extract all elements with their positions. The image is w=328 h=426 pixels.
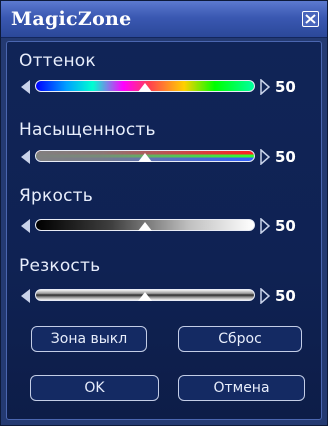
- ok-button[interactable]: OK: [30, 375, 159, 401]
- hue-label: Оттенок: [19, 51, 96, 71]
- brightness-increase-icon[interactable]: [260, 218, 270, 234]
- brightness-thumb[interactable]: [138, 222, 152, 231]
- saturation-thumb[interactable]: [138, 153, 152, 162]
- saturation-label: Насыщенность: [19, 120, 156, 140]
- saturation-slider[interactable]: 50: [21, 148, 303, 166]
- brightness-value: 50: [275, 217, 296, 235]
- saturation-decrease-icon[interactable]: [21, 150, 30, 164]
- window-title: MagicZone: [11, 8, 132, 30]
- sharpness-thumb[interactable]: [138, 292, 152, 301]
- saturation-value: 50: [275, 148, 296, 166]
- sharpness-decrease-icon[interactable]: [21, 289, 30, 303]
- sharpness-slider[interactable]: 50: [21, 287, 303, 305]
- reset-button[interactable]: Сброс: [178, 326, 302, 352]
- cancel-button[interactable]: Отмена: [178, 375, 305, 401]
- hue-increase-icon[interactable]: [260, 79, 270, 95]
- magiczone-dialog: MagicZone Оттенок 50 Насыщенность 50 Ярк…: [0, 0, 328, 426]
- hue-thumb[interactable]: [138, 83, 152, 92]
- close-x-icon: [305, 14, 316, 24]
- brightness-label: Яркость: [19, 186, 93, 206]
- sharpness-label: Резкость: [19, 256, 101, 276]
- hue-value: 50: [275, 78, 296, 96]
- title-bar[interactable]: MagicZone: [1, 1, 327, 38]
- brightness-slider[interactable]: 50: [21, 217, 303, 235]
- zone-off-button[interactable]: Зона выкл: [31, 326, 147, 352]
- sharpness-increase-icon[interactable]: [260, 288, 270, 304]
- sharpness-value: 50: [275, 287, 296, 305]
- hue-slider[interactable]: 50: [21, 78, 303, 96]
- settings-panel: Оттенок 50 Насыщенность 50 Яркость 50 Ре…: [6, 41, 322, 420]
- brightness-decrease-icon[interactable]: [21, 219, 30, 233]
- hue-decrease-icon[interactable]: [21, 80, 30, 94]
- saturation-increase-icon[interactable]: [260, 149, 270, 165]
- close-button[interactable]: [302, 11, 319, 27]
